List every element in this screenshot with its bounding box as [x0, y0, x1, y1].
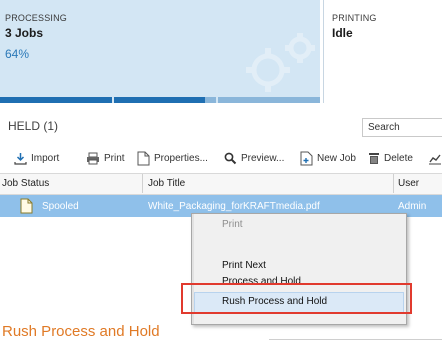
gears-icon	[246, 33, 315, 92]
progress-separator	[216, 97, 218, 103]
processing-count: 3 Jobs	[5, 26, 44, 40]
job-user-cell: Admin	[398, 201, 427, 212]
table-header: Job Status Job Title User	[0, 173, 442, 195]
import-button[interactable]: Import	[14, 149, 59, 167]
delete-button[interactable]: Delete	[368, 149, 413, 167]
trash-icon	[369, 152, 379, 164]
callout-highlight-box	[181, 283, 412, 314]
toolbar: Import Print Properties... Preview... Ne…	[0, 149, 442, 169]
processing-percent: 64%	[5, 47, 30, 61]
preview-button[interactable]: Preview...	[224, 149, 284, 167]
properties-button[interactable]: Properties...	[137, 149, 208, 167]
document-icon	[137, 151, 150, 165]
printer-icon	[87, 152, 99, 164]
menu-item-print[interactable]: Print	[222, 219, 243, 230]
spooled-file-icon	[20, 198, 33, 214]
printing-status: Idle	[332, 26, 353, 40]
delete-label: Delete	[384, 152, 413, 164]
chart-icon	[429, 154, 441, 164]
processing-progress-bar	[0, 97, 320, 103]
new-document-icon	[300, 151, 313, 165]
progress-separator	[112, 97, 114, 103]
magnifier-icon	[224, 152, 237, 164]
properties-label: Properties...	[154, 152, 208, 164]
held-section-title: HELD (1)	[8, 119, 59, 133]
column-header-job-title[interactable]: Job Title	[148, 178, 185, 189]
print-label: Print	[104, 152, 125, 164]
caption-text: Rush Process and Hold	[2, 323, 160, 340]
column-header-job-status[interactable]: Job Status	[2, 178, 49, 189]
printing-label: PRINTING	[332, 13, 377, 23]
processing-label: PROCESSING	[5, 13, 68, 23]
column-divider[interactable]	[393, 174, 394, 193]
job-title-cell: White_Packaging_forKRAFTmedia.pdf	[148, 201, 320, 212]
chart-button[interactable]	[428, 149, 442, 167]
menu-item-print-next[interactable]: Print Next	[222, 261, 266, 269]
search-input[interactable]: Search	[362, 118, 442, 137]
preview-label: Preview...	[241, 152, 285, 164]
column-header-user[interactable]: User	[398, 178, 419, 189]
new-job-button[interactable]: New Job	[300, 149, 356, 167]
print-button[interactable]: Print	[86, 149, 125, 167]
column-divider[interactable]	[142, 174, 143, 193]
progress-fill	[0, 97, 205, 103]
caption-divider	[269, 339, 442, 340]
job-status-cell: Spooled	[42, 201, 79, 212]
import-label: Import	[31, 152, 60, 164]
import-icon	[14, 152, 27, 165]
new-job-label: New Job	[317, 152, 356, 164]
